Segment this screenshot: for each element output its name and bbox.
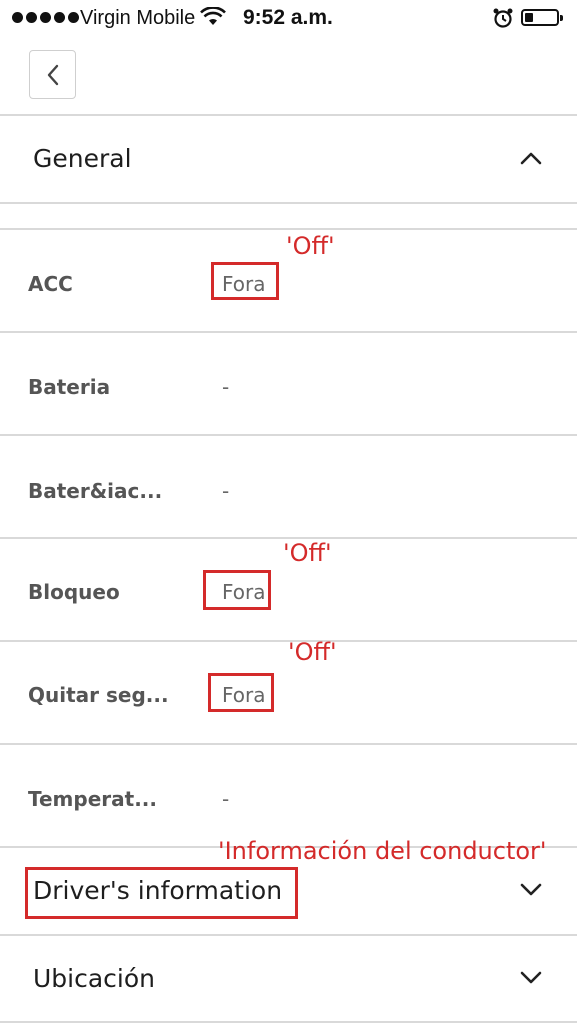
annotation-box bbox=[203, 570, 271, 610]
section-general-header[interactable]: General bbox=[0, 116, 577, 202]
chevron-down-icon bbox=[520, 883, 542, 896]
row-label: Bateria bbox=[28, 375, 111, 399]
status-time: 9:52 a.m. bbox=[243, 6, 333, 29]
row-label: Bloqueo bbox=[28, 580, 120, 604]
annotation-label: 'Off' bbox=[288, 638, 337, 666]
divider bbox=[0, 434, 577, 436]
wifi-icon bbox=[200, 6, 226, 33]
row-label: ACC bbox=[28, 272, 73, 296]
annotation-label: 'Off' bbox=[283, 539, 332, 567]
battery-icon bbox=[521, 9, 563, 26]
annotation-label: 'Off' bbox=[286, 232, 335, 260]
divider bbox=[0, 743, 577, 745]
divider bbox=[0, 202, 577, 204]
carrier-name: Virgin Mobile bbox=[80, 7, 196, 29]
status-bar: Virgin Mobile 9:52 a.m. bbox=[0, 0, 577, 38]
alarm-icon bbox=[492, 7, 514, 35]
chevron-up-icon bbox=[520, 152, 542, 165]
row-label: Quitar seg... bbox=[28, 683, 169, 707]
section-ubicacion-header[interactable]: Ubicación bbox=[0, 936, 577, 1022]
section-general-title: General bbox=[33, 144, 132, 173]
annotation-box bbox=[25, 867, 298, 919]
back-button[interactable] bbox=[29, 50, 76, 99]
annotation-box bbox=[208, 673, 274, 712]
section-ubicacion-title: Ubicación bbox=[33, 964, 156, 993]
row-value: - bbox=[222, 375, 230, 399]
signal-strength-icon bbox=[12, 12, 79, 23]
row-label: Temperat... bbox=[28, 787, 157, 811]
divider bbox=[0, 331, 577, 333]
divider bbox=[0, 228, 577, 230]
row-value: - bbox=[222, 787, 230, 811]
row-label: Bater&iac... bbox=[28, 479, 163, 503]
row-value: - bbox=[222, 479, 230, 503]
annotation-box bbox=[211, 262, 279, 300]
divider bbox=[0, 1021, 577, 1023]
chevron-left-icon bbox=[47, 64, 58, 85]
chevron-down-icon bbox=[520, 971, 542, 984]
